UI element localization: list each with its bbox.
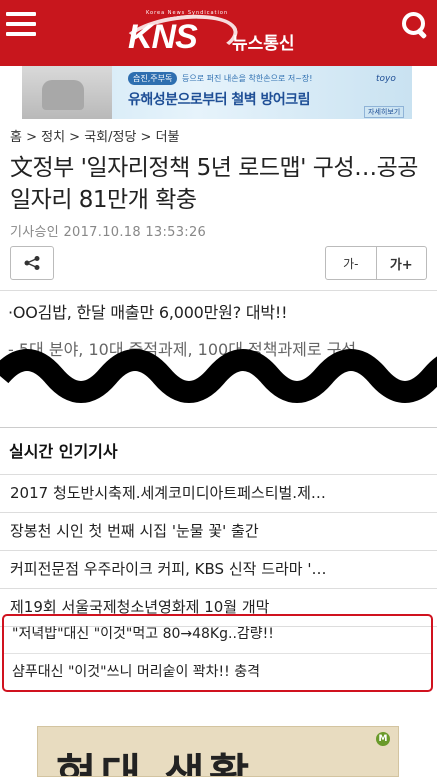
site-logo[interactable]: Korea News Syndication KNS 뉴스통신 [112, 8, 332, 70]
popular-list: 2017 청도반시축제.세계코미디아트페스티벌.제… 장봉천 시인 첫 번째 시… [0, 474, 437, 627]
divider [0, 290, 437, 291]
bottom-ad-title: 현대 생활 [56, 750, 254, 777]
article-title: 文정부 '일자리정책 5년 로드맵' 구성…공공일자리 81만개 확충 [10, 155, 418, 213]
article-date: 기사승인 2017.10.18 13:53:26 [10, 225, 207, 240]
popular-item[interactable]: 커피전문점 우주라이크 커피, KBS 신작 드라마 '… [0, 551, 437, 589]
ad-brand: toyo [376, 74, 396, 84]
ad-badge-icon: M [376, 732, 390, 746]
site-header: Korea News Syndication KNS 뉴스통신 [0, 0, 437, 70]
search-icon[interactable] [400, 10, 430, 40]
logo-text: KNS [128, 18, 198, 56]
sponsored-box: "저녁밥"대신 "이것"먹고 80→48Kg..감량!! 샴푸대신 "이것"쓰니… [2, 614, 433, 692]
popular-item[interactable]: 2017 청도반시축제.세계코미디아트페스티벌.제… [0, 474, 437, 513]
wavy-cutoff-shape [0, 349, 437, 410]
ad-banner[interactable]: 습진,주부독 등으로 퍼진 내손을 착한손으로 저~장! 유해성분으로부터 철벽… [22, 66, 412, 119]
font-smaller-button[interactable]: 가- [326, 247, 376, 279]
ad-subtext: 등으로 퍼진 내손을 착한손으로 저~장! [182, 74, 313, 83]
breadcrumb[interactable]: 홈 > 정치 > 국회/정당 > 더불 [10, 126, 180, 145]
divider [0, 427, 437, 428]
font-larger-button[interactable]: 가+ [375, 247, 427, 279]
bottom-ad-banner[interactable]: 현대 생활 M [37, 726, 399, 777]
ad-image [22, 66, 112, 119]
popular-item[interactable]: 장봉천 시인 첫 번째 시집 '눈물 꽃' 출간 [0, 513, 437, 551]
font-size-controls: 가- 가+ [325, 246, 427, 280]
hamburger-menu-icon[interactable] [6, 12, 38, 40]
ad-more-button[interactable]: 자세히보기 [364, 106, 405, 118]
share-button[interactable] [10, 246, 54, 280]
ad-badge: 습진,주부독 [128, 72, 178, 85]
sponsored-link[interactable]: "저녁밥"대신 "이것"먹고 80→48Kg..감량!! [4, 616, 431, 654]
ad-headline: 유해성분으로부터 철벽 방어크림 [128, 92, 311, 108]
popular-section-title: 실시간 인기기사 [9, 442, 118, 461]
promo-link[interactable]: ·OO김밥, 한달 매출만 6,000만원? 대박!! [8, 299, 288, 323]
sponsored-link[interactable]: 샴푸대신 "이것"쓰니 머리숱이 꽉차!! 충격 [4, 654, 431, 691]
share-icon [24, 256, 40, 270]
logo-korean-text: 뉴스통신 [232, 34, 295, 54]
